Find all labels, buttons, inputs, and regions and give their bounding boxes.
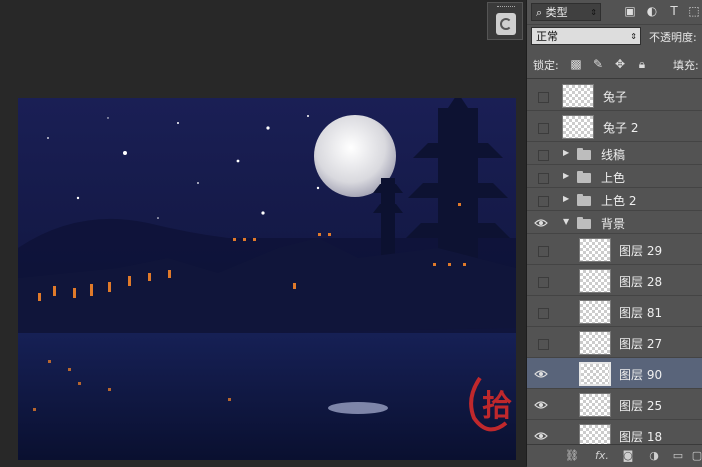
layer-name[interactable]: 线稿 — [601, 146, 625, 163]
layer-thumbnail[interactable] — [579, 361, 611, 386]
document-canvas-area[interactable]: 拾 — [0, 0, 525, 466]
layer-thumbnail[interactable] — [579, 330, 611, 355]
layer-group-row[interactable]: ▶ 上色 2 — [527, 188, 702, 211]
new-group-icon[interactable]: ▭ — [671, 449, 685, 463]
layer-filter-row: ⌕ 类型 ⇕ ▣ ◐ T ⬚ — [527, 0, 702, 25]
visibility-eye-icon[interactable] — [533, 147, 549, 161]
layer-name[interactable]: 图层 81 — [619, 304, 662, 321]
visibility-eye-icon[interactable] — [533, 193, 549, 207]
expand-right-icon[interactable]: ▶ — [563, 171, 569, 180]
layer-thumbnail[interactable] — [579, 268, 611, 293]
layer-name[interactable]: 图层 28 — [619, 273, 662, 290]
visibility-eye-icon[interactable] — [533, 398, 549, 412]
filter-type-dropdown[interactable]: ⌕ 类型 ⇕ — [531, 3, 601, 21]
layer-row[interactable]: 兔子 — [527, 80, 702, 111]
filter-type-label: 类型 — [545, 6, 568, 19]
layer-row[interactable]: 图层 27 — [527, 327, 702, 358]
visibility-eye-icon[interactable] — [533, 216, 549, 230]
layer-name[interactable]: 图层 18 — [619, 428, 662, 445]
layer-thumbnail[interactable] — [562, 83, 594, 108]
layer-name[interactable]: 上色 2 — [601, 192, 636, 209]
layer-thumbnail[interactable] — [579, 392, 611, 417]
layer-group-row[interactable]: ▼ 背景 — [527, 211, 702, 234]
layer-name[interactable]: 图层 27 — [619, 335, 662, 352]
layer-thumbnail[interactable] — [562, 114, 594, 139]
lock-paint-icon[interactable]: ✎ — [591, 57, 605, 71]
chevron-updown-icon: ⇕ — [590, 8, 597, 17]
visibility-eye-icon[interactable] — [533, 243, 549, 257]
expand-right-icon[interactable]: ▶ — [563, 148, 569, 157]
navigator-panel-icon[interactable] — [487, 2, 523, 40]
lock-label: 锁定: — [533, 59, 559, 72]
layer-thumbnail[interactable] — [579, 299, 611, 324]
layer-name[interactable]: 图层 29 — [619, 242, 662, 259]
panel-grip[interactable] — [497, 6, 515, 9]
visibility-eye-icon[interactable] — [533, 170, 549, 184]
lock-row: 锁定: ▩ ✎ ✥ 🔒︎ 填充: — [527, 52, 702, 79]
layer-group-row[interactable]: ▶ 线稿 — [527, 142, 702, 165]
lock-transparent-icon[interactable]: ▩ — [569, 57, 583, 71]
visibility-eye-icon[interactable] — [533, 367, 549, 381]
adjustment-icon[interactable]: ◑ — [647, 449, 661, 463]
adjustment-filter-icon[interactable]: ◐ — [645, 4, 659, 18]
visibility-eye-icon[interactable] — [533, 336, 549, 350]
river — [18, 333, 516, 460]
blend-mode-label: 正常 — [536, 30, 558, 43]
navigator-icon — [496, 13, 516, 35]
expand-down-icon[interactable]: ▼ — [563, 217, 569, 226]
chevron-updown-icon: ⇕ — [630, 32, 637, 41]
layer-name[interactable]: 图层 25 — [619, 397, 662, 414]
layer-row[interactable]: 兔子 2 — [527, 111, 702, 142]
new-layer-icon[interactable]: ▢ — [691, 449, 702, 463]
shape-filter-icon[interactable]: ⬚ — [687, 4, 701, 18]
lock-move-icon[interactable]: ✥ — [613, 57, 627, 71]
fill-label: 填充: — [673, 59, 699, 72]
moon-reflection — [328, 402, 388, 414]
layer-row[interactable]: 图层 81 — [527, 296, 702, 327]
fx-icon[interactable]: fx. — [593, 449, 611, 463]
folder-icon — [577, 170, 591, 183]
visibility-eye-icon[interactable] — [533, 429, 549, 443]
lock-all-icon[interactable]: 🔒︎ — [635, 57, 649, 71]
layer-row[interactable]: 图层 29 — [527, 234, 702, 265]
layer-group-row[interactable]: ▶ 上色 — [527, 165, 702, 188]
folder-icon — [577, 147, 591, 160]
folder-icon — [577, 193, 591, 206]
layer-thumbnail[interactable] — [579, 237, 611, 262]
blend-mode-dropdown[interactable]: 正常 ⇕ — [531, 27, 641, 45]
layers-panel-footer: ⛓ fx. ◙ ◑ ▭ ▢ — [527, 444, 702, 467]
layer-name[interactable]: 兔子 — [603, 88, 627, 105]
visibility-eye-icon[interactable] — [533, 305, 549, 319]
layer-list[interactable]: 兔子兔子 2 ▶ 线稿 ▶ 上色 ▶ 上色 2 ▼ 背景图层 29 图层 28 图层 81 图层 27… — [527, 80, 702, 444]
layer-name[interactable]: 背景 — [601, 215, 625, 232]
visibility-eye-icon[interactable] — [533, 120, 549, 134]
layer-thumbnail[interactable] — [579, 423, 611, 444]
visibility-eye-icon[interactable] — [533, 274, 549, 288]
expand-right-icon[interactable]: ▶ — [563, 194, 569, 203]
svg-text:拾: 拾 — [482, 389, 512, 424]
layer-name[interactable]: 图层 90 — [619, 366, 662, 383]
opacity-label: 不透明度: — [649, 31, 697, 44]
night-scene-illustration: 拾 — [18, 98, 516, 460]
folder-icon — [577, 216, 591, 229]
image-filter-icon[interactable]: ▣ — [623, 4, 637, 18]
layer-name[interactable]: 兔子 2 — [603, 119, 638, 136]
layers-panel: ⌕ 类型 ⇕ ▣ ◐ T ⬚ 正常 ⇕ 不透明度: 锁定: ▩ ✎ ✥ 🔒︎ 填… — [526, 0, 702, 467]
link-icon[interactable]: ⛓ — [565, 449, 579, 463]
type-filter-icon[interactable]: T — [667, 4, 681, 18]
layer-row[interactable]: 图层 25 — [527, 389, 702, 420]
mask-icon[interactable]: ◙ — [621, 449, 635, 463]
search-icon: ⌕ — [536, 6, 543, 19]
visibility-eye-icon[interactable] — [533, 89, 549, 103]
layer-row[interactable]: 图层 18 — [527, 420, 702, 444]
layer-row[interactable]: 图层 90 — [527, 358, 702, 389]
layer-row[interactable]: 图层 28 — [527, 265, 702, 296]
artwork-canvas[interactable]: 拾 — [18, 98, 516, 460]
layer-name[interactable]: 上色 — [601, 169, 625, 186]
blend-row: 正常 ⇕ 不透明度: — [527, 24, 702, 48]
